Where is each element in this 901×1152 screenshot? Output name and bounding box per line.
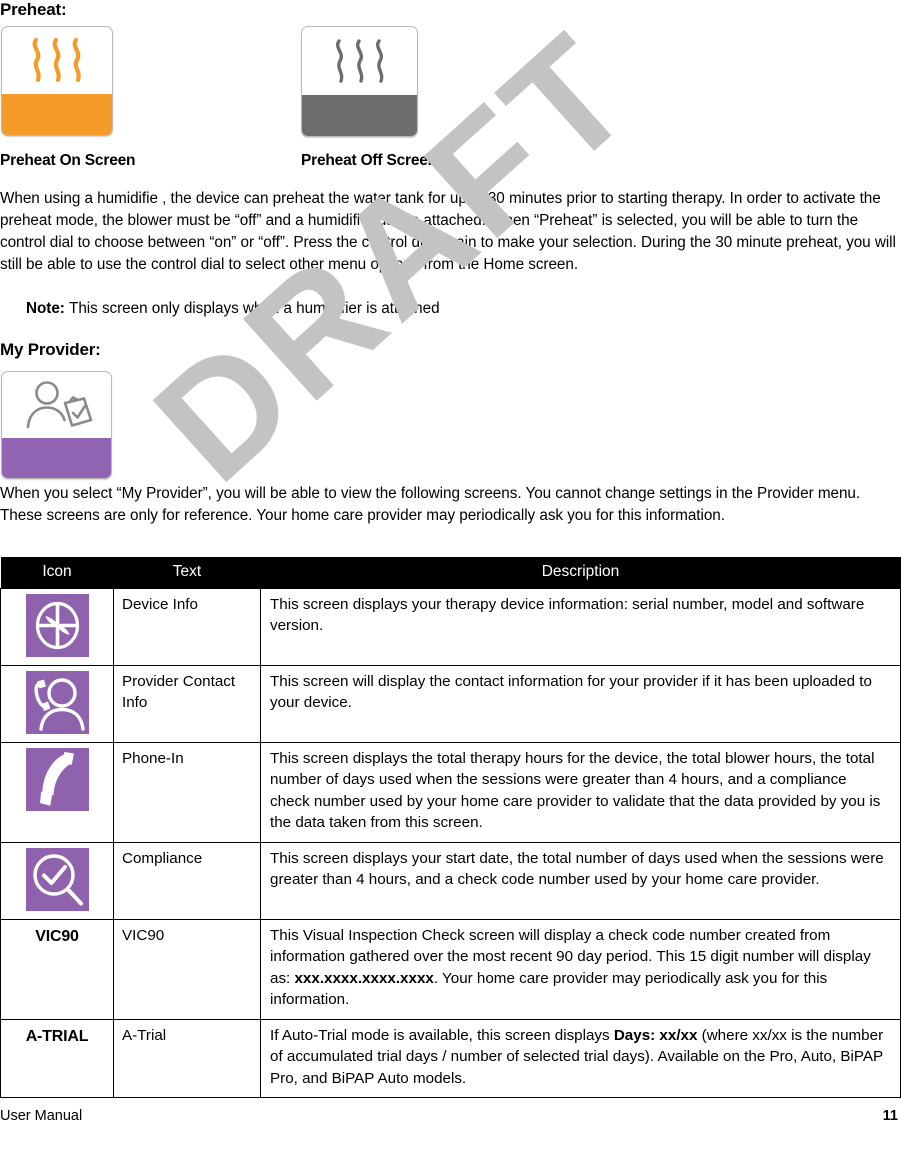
table-header: Icon Text Description — [0, 557, 901, 588]
phone-handset-icon — [25, 747, 89, 811]
column-header-text: Text — [113, 557, 261, 588]
table-row: Device Info This screen displays your the… — [0, 587, 901, 666]
table-row-icon-label: VIC90 — [0, 918, 114, 1020]
my-provider-screen-tile — [1, 371, 112, 479]
table-row: Provider Contact Info This screen will di… — [0, 664, 901, 743]
table-row-text-cell: A-Trial — [113, 1018, 261, 1098]
table-row-text-cell: VIC90 — [113, 918, 261, 1020]
heat-waves-icon — [2, 27, 112, 94]
device-info-circle-cross-icon — [25, 593, 89, 657]
person-clipboard-check-icon — [2, 372, 111, 438]
my-provider-status-band — [2, 437, 111, 478]
note-text: This screen only displays when a humidif… — [69, 300, 440, 317]
column-header-description: Description — [260, 557, 901, 588]
my-provider-paragraph: When you select “My Provider”, you will … — [0, 485, 861, 525]
table-row-description-cell: This Visual Inspection Check screen will… — [260, 918, 901, 1020]
person-phone-icon — [25, 670, 89, 734]
table-row-description-cell: This screen will display the contact inf… — [260, 664, 901, 743]
magnifier-check-icon — [25, 847, 89, 911]
footer-page-number: 11 — [882, 1108, 898, 1124]
table-row-description-cell: This screen displays the total therapy h… — [260, 741, 901, 843]
note-label: Note: — [26, 300, 65, 317]
table-row: A-TRIAL A-Trial If Auto-Trial mode is avai… — [0, 1018, 901, 1098]
my-provider-heading: My Provider: — [0, 340, 101, 359]
preheat-off-status-band — [302, 94, 417, 136]
table-row-text-cell: Provider Contact Info — [113, 664, 261, 743]
table-row-text-cell: Phone-In — [113, 741, 261, 843]
heat-waves-icon — [302, 27, 417, 95]
emphasized-text: xxx.xxxx.xxxx.xxxx — [294, 969, 434, 987]
table-row-icon-cell — [0, 741, 114, 843]
provider-screens-table: Icon Text Description Device Info This sc… — [0, 557, 901, 1098]
table-row-icon-cell — [0, 664, 114, 743]
table-header-row: Icon Text Description — [0, 557, 901, 588]
table-row: VIC90 VIC90 This Visual Inspection Check s… — [0, 918, 901, 1020]
footer-document-title: User Manual — [0, 1108, 83, 1124]
table-body: Device Info This screen displays your the… — [0, 587, 901, 1098]
table-row-icon-label: A-TRIAL — [0, 1018, 114, 1098]
column-header-icon: Icon — [0, 557, 114, 588]
table-row: Phone-In This screen displays the total t… — [0, 741, 901, 843]
table-row: Compliance This screen displays your star… — [0, 841, 901, 920]
table-row-text-cell: Device Info — [113, 587, 261, 666]
table-row-icon-cell — [0, 841, 114, 920]
table-row-description-cell: This screen displays your start date, th… — [260, 841, 901, 920]
table-row-text-cell: Compliance — [113, 841, 261, 920]
description-text: If Auto-Trial mode is available, this sc… — [270, 1026, 614, 1044]
preheat-paragraph: When using a humidifie , the device can … — [0, 190, 896, 274]
preheat-note: Note: This screen only displays when a h… — [26, 298, 896, 320]
preheat-on-screen-tile — [1, 26, 113, 136]
preheat-heading: Preheat: — [0, 0, 67, 19]
preheat-off-screen-tile — [301, 26, 418, 137]
table-row-description-cell: If Auto-Trial mode is available, this sc… — [260, 1018, 901, 1098]
preheat-on-status-band — [2, 93, 112, 135]
preheat-on-caption: Preheat On Screen — [0, 152, 136, 169]
table-row-icon-cell — [0, 587, 114, 666]
emphasized-text: Days: xx/xx — [613, 1026, 698, 1044]
table-row-description-cell: This screen displays your therapy device… — [260, 587, 901, 666]
preheat-off-caption: Preheat Off Screen — [301, 152, 437, 169]
